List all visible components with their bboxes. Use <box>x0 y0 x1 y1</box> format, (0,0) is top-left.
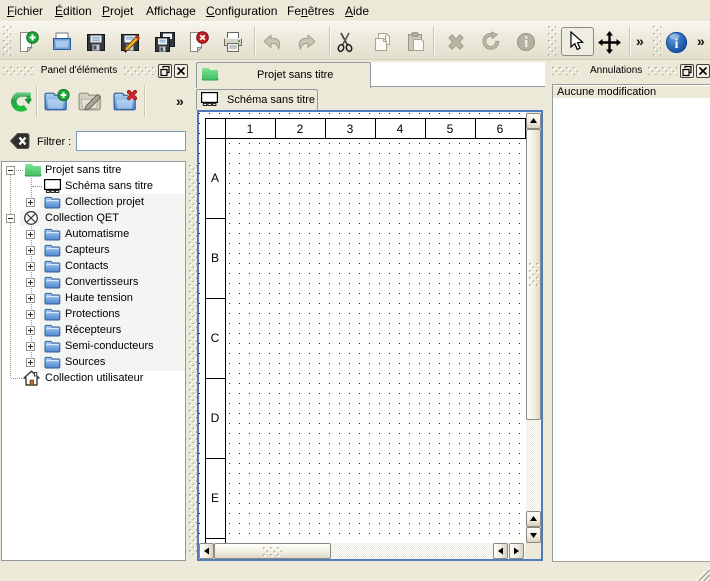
svg-text:1: 1 <box>247 122 254 136</box>
svg-text:A: A <box>211 171 219 185</box>
svg-text:E: E <box>211 491 219 505</box>
svg-text:B: B <box>211 251 219 265</box>
svg-text:5: 5 <box>447 122 454 136</box>
svg-text:D: D <box>211 411 220 425</box>
svg-text:3: 3 <box>347 122 354 136</box>
svg-text:6: 6 <box>497 122 504 136</box>
svg-text:4: 4 <box>397 122 404 136</box>
svg-text:C: C <box>211 331 220 345</box>
svg-text:i: i <box>675 36 679 51</box>
svg-text:2: 2 <box>297 122 304 136</box>
